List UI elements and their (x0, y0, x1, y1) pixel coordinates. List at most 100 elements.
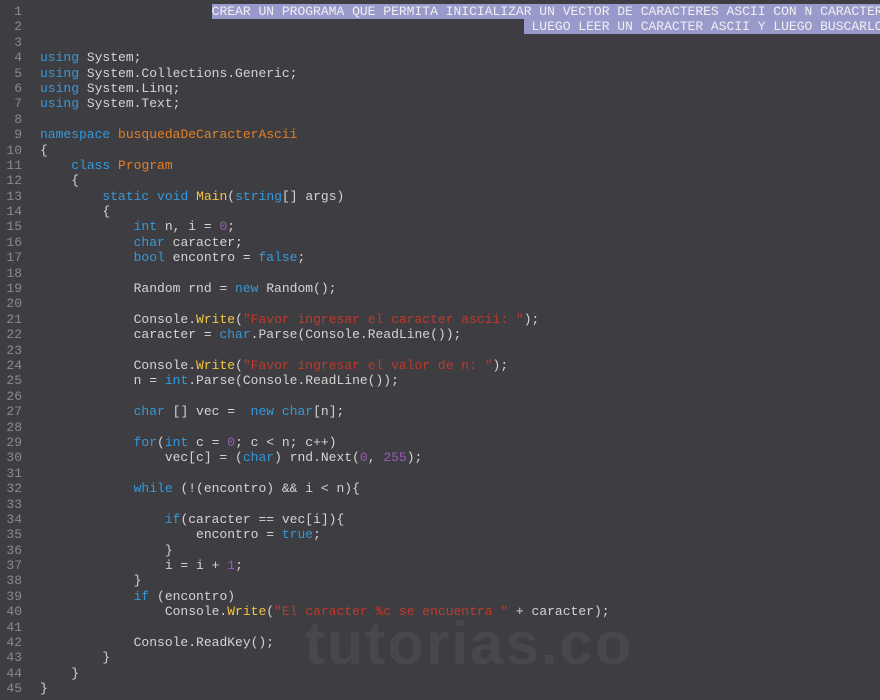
code-token: n, i = (157, 219, 219, 234)
code-line[interactable]: encontro = true; (40, 527, 880, 542)
line-number: 10 (4, 143, 22, 158)
code-line[interactable] (40, 112, 880, 127)
line-number: 28 (4, 420, 22, 435)
code-token: ( (266, 604, 274, 619)
code-line[interactable]: using System.Collections.Generic; (40, 66, 880, 81)
code-token: + caracter); (508, 604, 609, 619)
code-token: "Favor ingresar el valor de n: " (243, 358, 493, 373)
code-line[interactable]: Console.Write("El caracter %c se encuent… (40, 604, 880, 619)
code-line[interactable]: } (40, 573, 880, 588)
code-line[interactable] (40, 35, 880, 50)
line-number: 9 (4, 127, 22, 142)
code-token: "El caracter %c se encuentra " (274, 604, 508, 619)
code-token: } (71, 666, 79, 681)
code-line[interactable] (40, 420, 880, 435)
code-token: i = i + (165, 558, 227, 573)
code-token: .Parse(Console.ReadLine()); (188, 373, 399, 388)
code-line[interactable]: LUEGO LEER UN CARACTER ASCII Y LUEGO BUS… (40, 19, 880, 34)
code-token: Write (196, 312, 235, 327)
code-token: int (165, 435, 188, 450)
code-line[interactable]: Console.Write("Favor ingresar el valor d… (40, 358, 880, 373)
code-token: c = (188, 435, 227, 450)
code-line[interactable]: for(int c = 0; c < n; c++) (40, 435, 880, 450)
line-number: 43 (4, 650, 22, 665)
code-area[interactable]: tutorias.co CREAR UN PROGRAMA QUE PERMIT… (32, 0, 880, 700)
line-number: 39 (4, 589, 22, 604)
code-line[interactable]: if(caracter == vec[i]){ (40, 512, 880, 527)
code-line[interactable]: if (encontro) (40, 589, 880, 604)
code-line[interactable]: Console.Write("Favor ingresar el caracte… (40, 312, 880, 327)
code-line[interactable] (40, 620, 880, 635)
code-line[interactable] (40, 389, 880, 404)
code-line[interactable]: } (40, 681, 880, 696)
code-token: int (165, 373, 188, 388)
code-line[interactable] (40, 466, 880, 481)
line-number: 24 (4, 358, 22, 373)
code-line[interactable]: using System.Linq; (40, 81, 880, 96)
code-token: static (102, 189, 149, 204)
code-token: ); (407, 450, 423, 465)
code-line[interactable]: static void Main(string[] args) (40, 189, 880, 204)
code-token: encontro = (165, 250, 259, 265)
code-token: vec[c] = ( (165, 450, 243, 465)
line-number: 26 (4, 389, 22, 404)
code-line[interactable]: bool encontro = false; (40, 250, 880, 265)
code-line[interactable]: n = int.Parse(Console.ReadLine()); (40, 373, 880, 388)
code-line[interactable]: Random rnd = new Random(); (40, 281, 880, 296)
code-line[interactable]: namespace busquedaDeCaracterAscii (40, 127, 880, 142)
code-line[interactable]: } (40, 543, 880, 558)
code-token: new (251, 404, 274, 419)
code-line[interactable]: Console.ReadKey(); (40, 635, 880, 650)
code-line[interactable]: i = i + 1; (40, 558, 880, 573)
code-token: [] args) (282, 189, 344, 204)
code-line[interactable] (40, 296, 880, 311)
code-token: bool (134, 250, 165, 265)
code-token: string (235, 189, 282, 204)
line-number: 33 (4, 497, 22, 512)
code-line[interactable]: } (40, 666, 880, 681)
code-line[interactable]: using System.Text; (40, 96, 880, 111)
code-line[interactable] (40, 266, 880, 281)
code-token: } (134, 573, 142, 588)
code-token: (caracter == vec[i]){ (180, 512, 344, 527)
code-token: } (165, 543, 173, 558)
line-number: 15 (4, 219, 22, 234)
code-editor[interactable]: 1234567891011121314151617181920212223242… (0, 0, 880, 700)
code-line[interactable]: while (!(encontro) && i < n){ (40, 481, 880, 496)
code-token: ; c < n; c++) (235, 435, 336, 450)
code-token: Console. (134, 358, 196, 373)
line-number: 13 (4, 189, 22, 204)
line-number: 45 (4, 681, 22, 696)
line-number: 35 (4, 527, 22, 542)
code-line[interactable]: caracter = char.Parse(Console.ReadLine()… (40, 327, 880, 342)
line-number: 38 (4, 573, 22, 588)
code-token: System.Text; (79, 96, 180, 111)
code-line[interactable]: class Program (40, 158, 880, 173)
line-number: 12 (4, 173, 22, 188)
code-line[interactable]: using System; (40, 50, 880, 65)
code-token: 0 (360, 450, 368, 465)
code-line[interactable] (40, 343, 880, 358)
code-line[interactable]: vec[c] = (char) rnd.Next(0, 255); (40, 450, 880, 465)
code-token: Main (196, 189, 227, 204)
code-token: 0 (227, 435, 235, 450)
line-number: 6 (4, 81, 22, 96)
code-token: (encontro) (149, 589, 235, 604)
code-line[interactable]: char caracter; (40, 235, 880, 250)
code-token: System.Linq; (79, 81, 180, 96)
line-number: 42 (4, 635, 22, 650)
line-number: 37 (4, 558, 22, 573)
code-line[interactable]: { (40, 204, 880, 219)
line-number-gutter: 1234567891011121314151617181920212223242… (0, 0, 32, 700)
code-line[interactable]: CREAR UN PROGRAMA QUE PERMITA INICIALIZA… (40, 4, 880, 19)
code-line[interactable]: { (40, 143, 880, 158)
code-token: } (102, 650, 110, 665)
code-token: 255 (383, 450, 406, 465)
line-number: 31 (4, 466, 22, 481)
code-line[interactable]: } (40, 650, 880, 665)
code-line[interactable]: char [] vec = new char[n]; (40, 404, 880, 419)
code-line[interactable]: int n, i = 0; (40, 219, 880, 234)
code-line[interactable]: { (40, 173, 880, 188)
code-line[interactable] (40, 497, 880, 512)
line-number: 41 (4, 620, 22, 635)
